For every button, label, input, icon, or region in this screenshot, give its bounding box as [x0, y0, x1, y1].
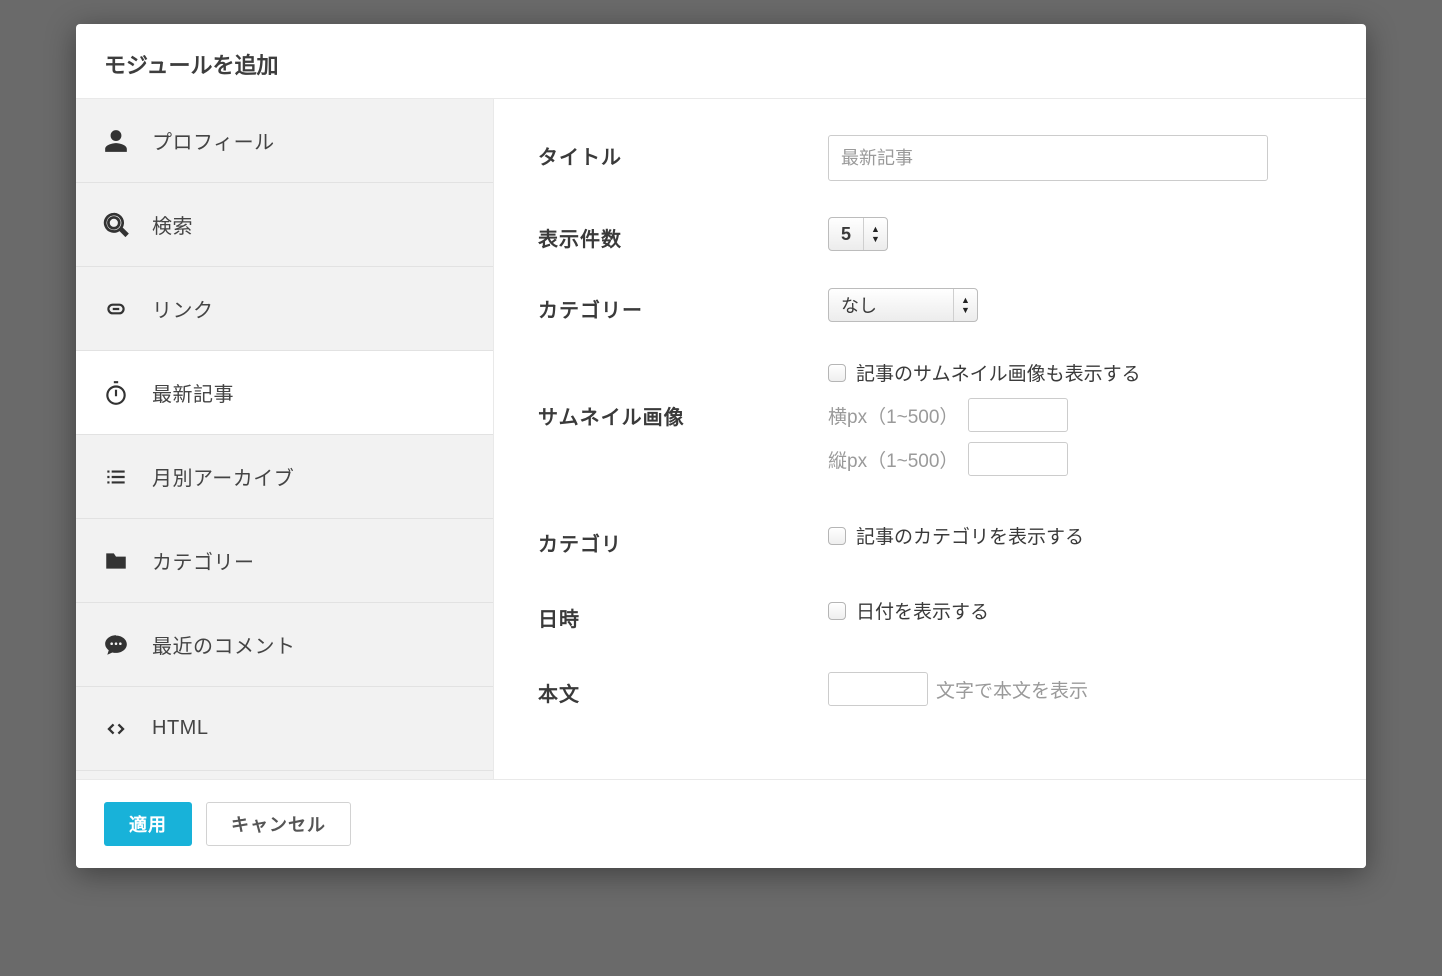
body-suffix-label: 文字で本文を表示 [936, 676, 1088, 703]
datetime-label: 日時 [538, 597, 828, 632]
user-icon [102, 128, 130, 154]
modal-body: プロフィール 検索 リンク 最新記事 [76, 99, 1366, 779]
comment-icon [102, 632, 130, 658]
title-label: タイトル [538, 135, 828, 170]
sidebar-item-label: 検索 [152, 210, 193, 239]
sidebar-item-label: 最新記事 [152, 378, 234, 407]
modal-title: モジュールを追加 [76, 24, 1366, 99]
count-select[interactable]: 5 ▲▼ [828, 217, 888, 251]
add-module-modal: モジュールを追加 プロフィール 検索 リンク [76, 24, 1366, 868]
sidebar-item-html[interactable]: HTML [76, 687, 493, 771]
cancel-button[interactable]: キャンセル [206, 802, 351, 846]
category-display-checkbox[interactable] [828, 527, 846, 545]
category-select[interactable]: なし ▲▼ [828, 288, 978, 322]
thumbnail-checkbox[interactable] [828, 364, 846, 382]
link-icon [102, 296, 130, 322]
sidebar-item-label: リンク [152, 294, 214, 323]
thumbnail-height-label: 縦px（1~500） [828, 446, 958, 473]
sidebar-item-label: カテゴリー [152, 546, 255, 575]
category-display-check-label: 記事のカテゴリを表示する [856, 522, 1084, 549]
stepper-arrows-icon: ▲▼ [863, 218, 887, 250]
thumbnail-width-input[interactable] [968, 398, 1068, 432]
stopwatch-icon [102, 380, 130, 406]
sidebar-item-category[interactable]: カテゴリー [76, 519, 493, 603]
sidebar-item-label: HTML [152, 717, 208, 740]
sidebar-item-latest-posts[interactable]: 最新記事 [76, 351, 493, 435]
modal-footer: 適用 キャンセル [76, 779, 1366, 868]
module-sidebar[interactable]: プロフィール 検索 リンク 最新記事 [76, 99, 494, 779]
stepper-arrows-icon: ▲▼ [953, 289, 977, 321]
module-settings-panel: タイトル 表示件数 5 ▲▼ カテゴリー なし [494, 99, 1366, 779]
list-icon [102, 464, 130, 490]
sidebar-item-monthly-archive[interactable]: 月別アーカイブ [76, 435, 493, 519]
count-value: 5 [829, 224, 863, 245]
sidebar-item-label: 月別アーカイブ [152, 462, 294, 491]
body-chars-input[interactable] [828, 672, 928, 706]
sidebar-item-search[interactable]: 検索 [76, 183, 493, 267]
datetime-check-label: 日付を表示する [856, 597, 989, 624]
thumbnail-label: サムネイル画像 [538, 359, 828, 430]
category-label: カテゴリー [538, 288, 828, 323]
sidebar-item-label: 最近のコメント [152, 630, 296, 659]
thumbnail-check-label: 記事のサムネイル画像も表示する [856, 359, 1141, 386]
title-input[interactable] [828, 135, 1268, 181]
thumbnail-width-label: 横px（1~500） [828, 402, 958, 429]
search-icon [102, 212, 130, 238]
category-display-label: カテゴリ [538, 522, 828, 557]
body-label: 本文 [538, 672, 828, 707]
sidebar-item-link[interactable]: リンク [76, 267, 493, 351]
folder-icon [102, 548, 130, 574]
datetime-checkbox[interactable] [828, 602, 846, 620]
code-icon [102, 716, 130, 742]
category-value: なし [829, 292, 901, 318]
count-label: 表示件数 [538, 217, 828, 252]
sidebar-item-profile[interactable]: プロフィール [76, 99, 493, 183]
apply-button[interactable]: 適用 [104, 802, 192, 846]
sidebar-item-label: プロフィール [152, 126, 275, 155]
thumbnail-height-input[interactable] [968, 442, 1068, 476]
sidebar-item-recent-comments[interactable]: 最近のコメント [76, 603, 493, 687]
